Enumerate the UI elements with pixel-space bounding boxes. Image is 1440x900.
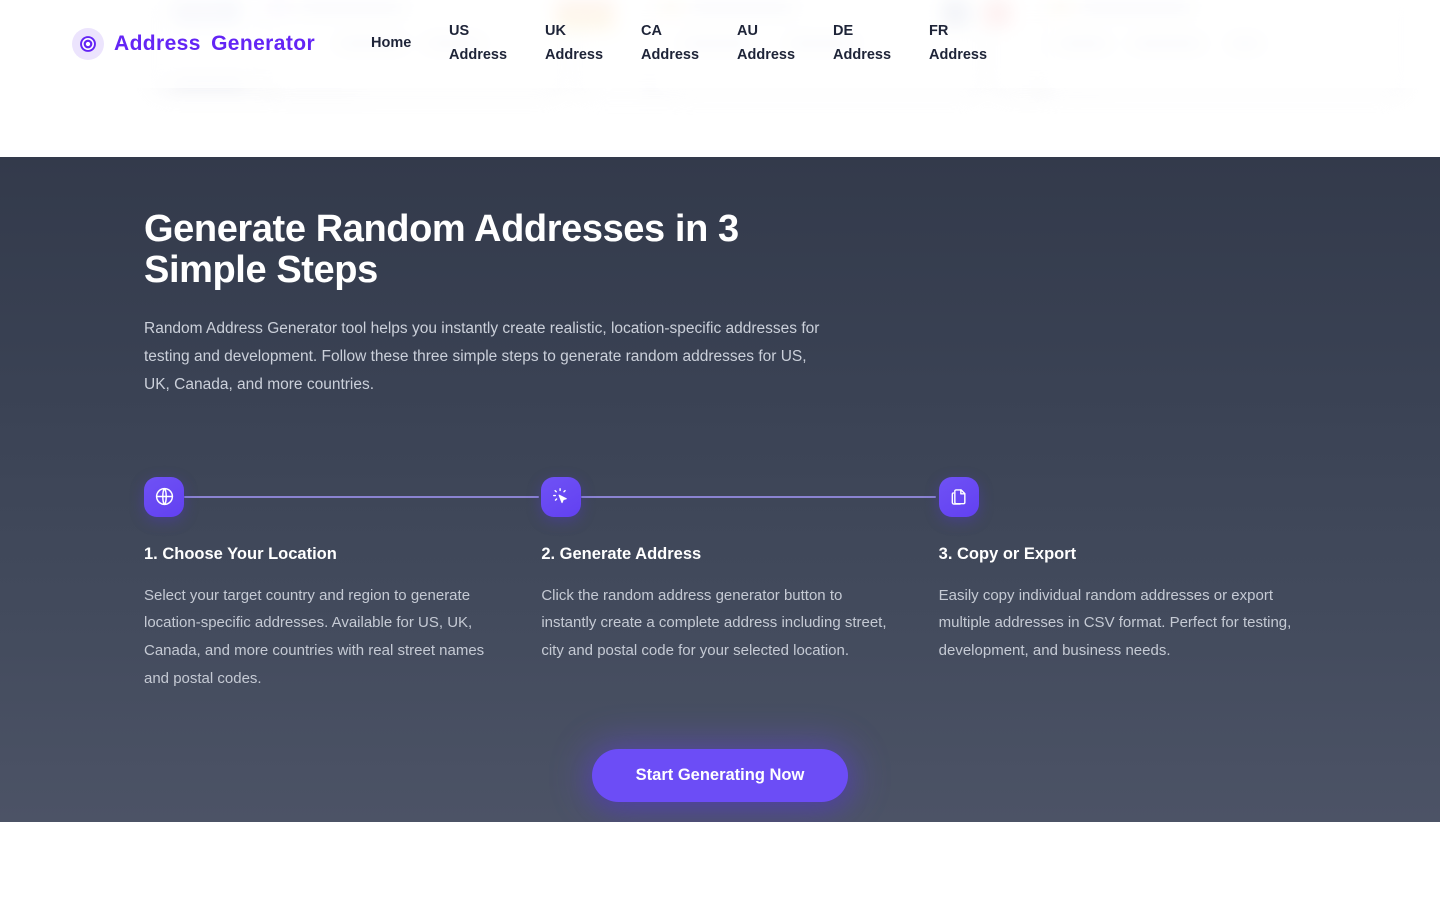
how-it-works-section: Generate Random Addresses in 3 Simple St… — [0, 157, 1440, 822]
nav-item-fr-address[interactable]: FR Address — [919, 20, 1015, 68]
nav-item-us-address[interactable]: US Address — [439, 20, 535, 68]
step-1-description: Select your target country and region to… — [144, 586, 485, 688]
location-target-icon — [72, 28, 104, 60]
page-title: Generate Random Addresses in 3 Simple St… — [144, 208, 739, 291]
globe-icon — [144, 476, 184, 517]
step-2-icon-row — [541, 473, 937, 521]
page-root: Address Generator Home US Address UK Add… — [0, 0, 1440, 900]
step-1-title: 1. Choose Your Location — [144, 544, 337, 563]
nav-item-uk-address[interactable]: UK Address — [535, 20, 631, 68]
brand-logo[interactable]: Address Generator — [72, 28, 315, 60]
step-connector-2 — [581, 495, 937, 498]
nav-item-au-address[interactable]: AU Address — [727, 20, 823, 68]
step-3-icon-row — [938, 473, 1296, 521]
nav-item-de-address[interactable]: DE Address — [823, 20, 919, 68]
magic-cursor-icon — [541, 476, 582, 517]
step-3-title: 3. Copy or Export — [938, 544, 1077, 563]
brand-name: Address Generator — [114, 32, 316, 55]
nav-item-home[interactable]: Home — [361, 32, 439, 56]
step-2-description: Click the random address generator butto… — [541, 586, 887, 660]
steps-grid: 1. Choose Your Location Select your targ… — [144, 473, 1296, 694]
step-1-icon-row — [144, 473, 539, 521]
step-2-title: 2. Generate Address — [541, 544, 702, 563]
step-3-description: Easily copy individual random addresses … — [938, 586, 1292, 660]
nav-item-ca-address[interactable]: CA Address — [631, 20, 727, 68]
site-header: Address Generator Home US Address UK Add… — [0, 0, 1440, 88]
main-navigation: Home US Address UK Address CA Address AU… — [361, 20, 1015, 68]
step-card-2: 2. Generate Address Click the random add… — [541, 473, 937, 694]
step-connector-1 — [184, 495, 539, 498]
step-card-3: 3. Copy or Export Easily copy individual… — [938, 473, 1296, 694]
cta-container: Start Generating Now — [144, 749, 1296, 803]
start-generating-button[interactable]: Start Generating Now — [591, 749, 849, 803]
step-card-1: 1. Choose Your Location Select your targ… — [144, 473, 539, 694]
hero-subtitle: Random Address Generator tool helps you … — [144, 320, 820, 393]
copy-documents-icon — [938, 476, 979, 517]
